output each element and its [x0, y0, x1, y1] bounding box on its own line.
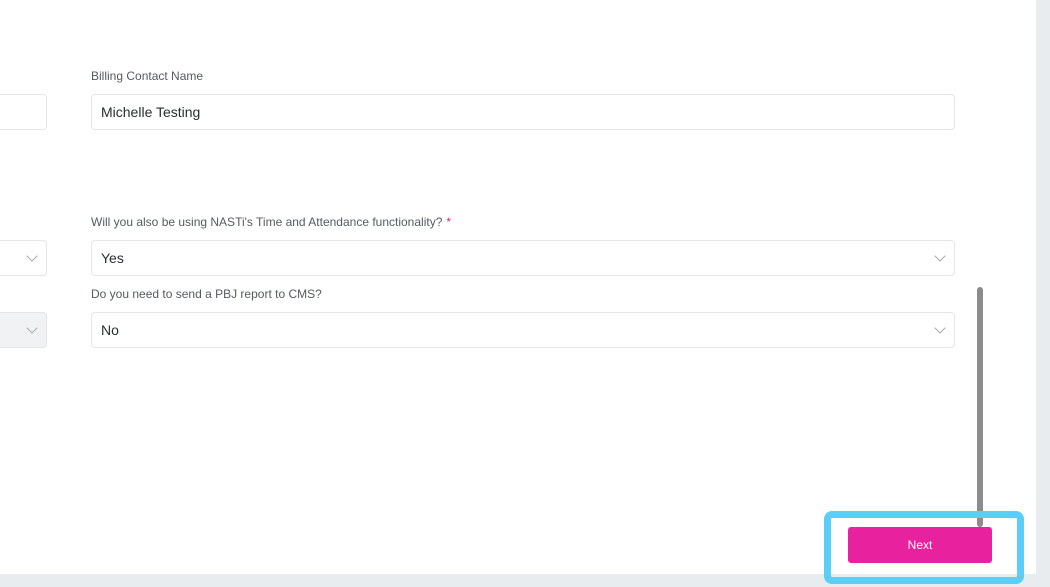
left-text-field[interactable]	[0, 94, 47, 130]
chevron-down-icon	[26, 322, 38, 334]
pbj-value: No	[101, 322, 119, 338]
time-attendance-value: Yes	[101, 250, 124, 266]
billing-contact-value: Michelle Testing	[101, 104, 201, 120]
scrollbar-thumb[interactable]	[977, 287, 983, 527]
time-attendance-select[interactable]: Yes	[91, 240, 955, 276]
chevron-down-icon	[934, 322, 946, 334]
left-select[interactable]	[0, 240, 47, 276]
next-button[interactable]: Next	[848, 527, 992, 563]
right-gutter	[1036, 0, 1050, 587]
pbj-label: Do you need to send a PBJ report to CMS?	[91, 287, 322, 301]
form-page: Billing Contact Name Michelle Testing Wi…	[0, 0, 1036, 574]
chevron-down-icon	[934, 250, 946, 262]
time-attendance-label: Will you also be using NASTi's Time and …	[91, 215, 451, 229]
time-attendance-label-text: Will you also be using NASTi's Time and …	[91, 215, 443, 229]
billing-contact-input[interactable]: Michelle Testing	[91, 94, 955, 130]
pbj-select[interactable]: No	[91, 312, 955, 348]
billing-contact-label: Billing Contact Name	[91, 69, 204, 83]
required-asterisk: *	[446, 215, 452, 229]
left-select-disabled	[0, 312, 47, 348]
chevron-down-icon	[26, 250, 38, 262]
